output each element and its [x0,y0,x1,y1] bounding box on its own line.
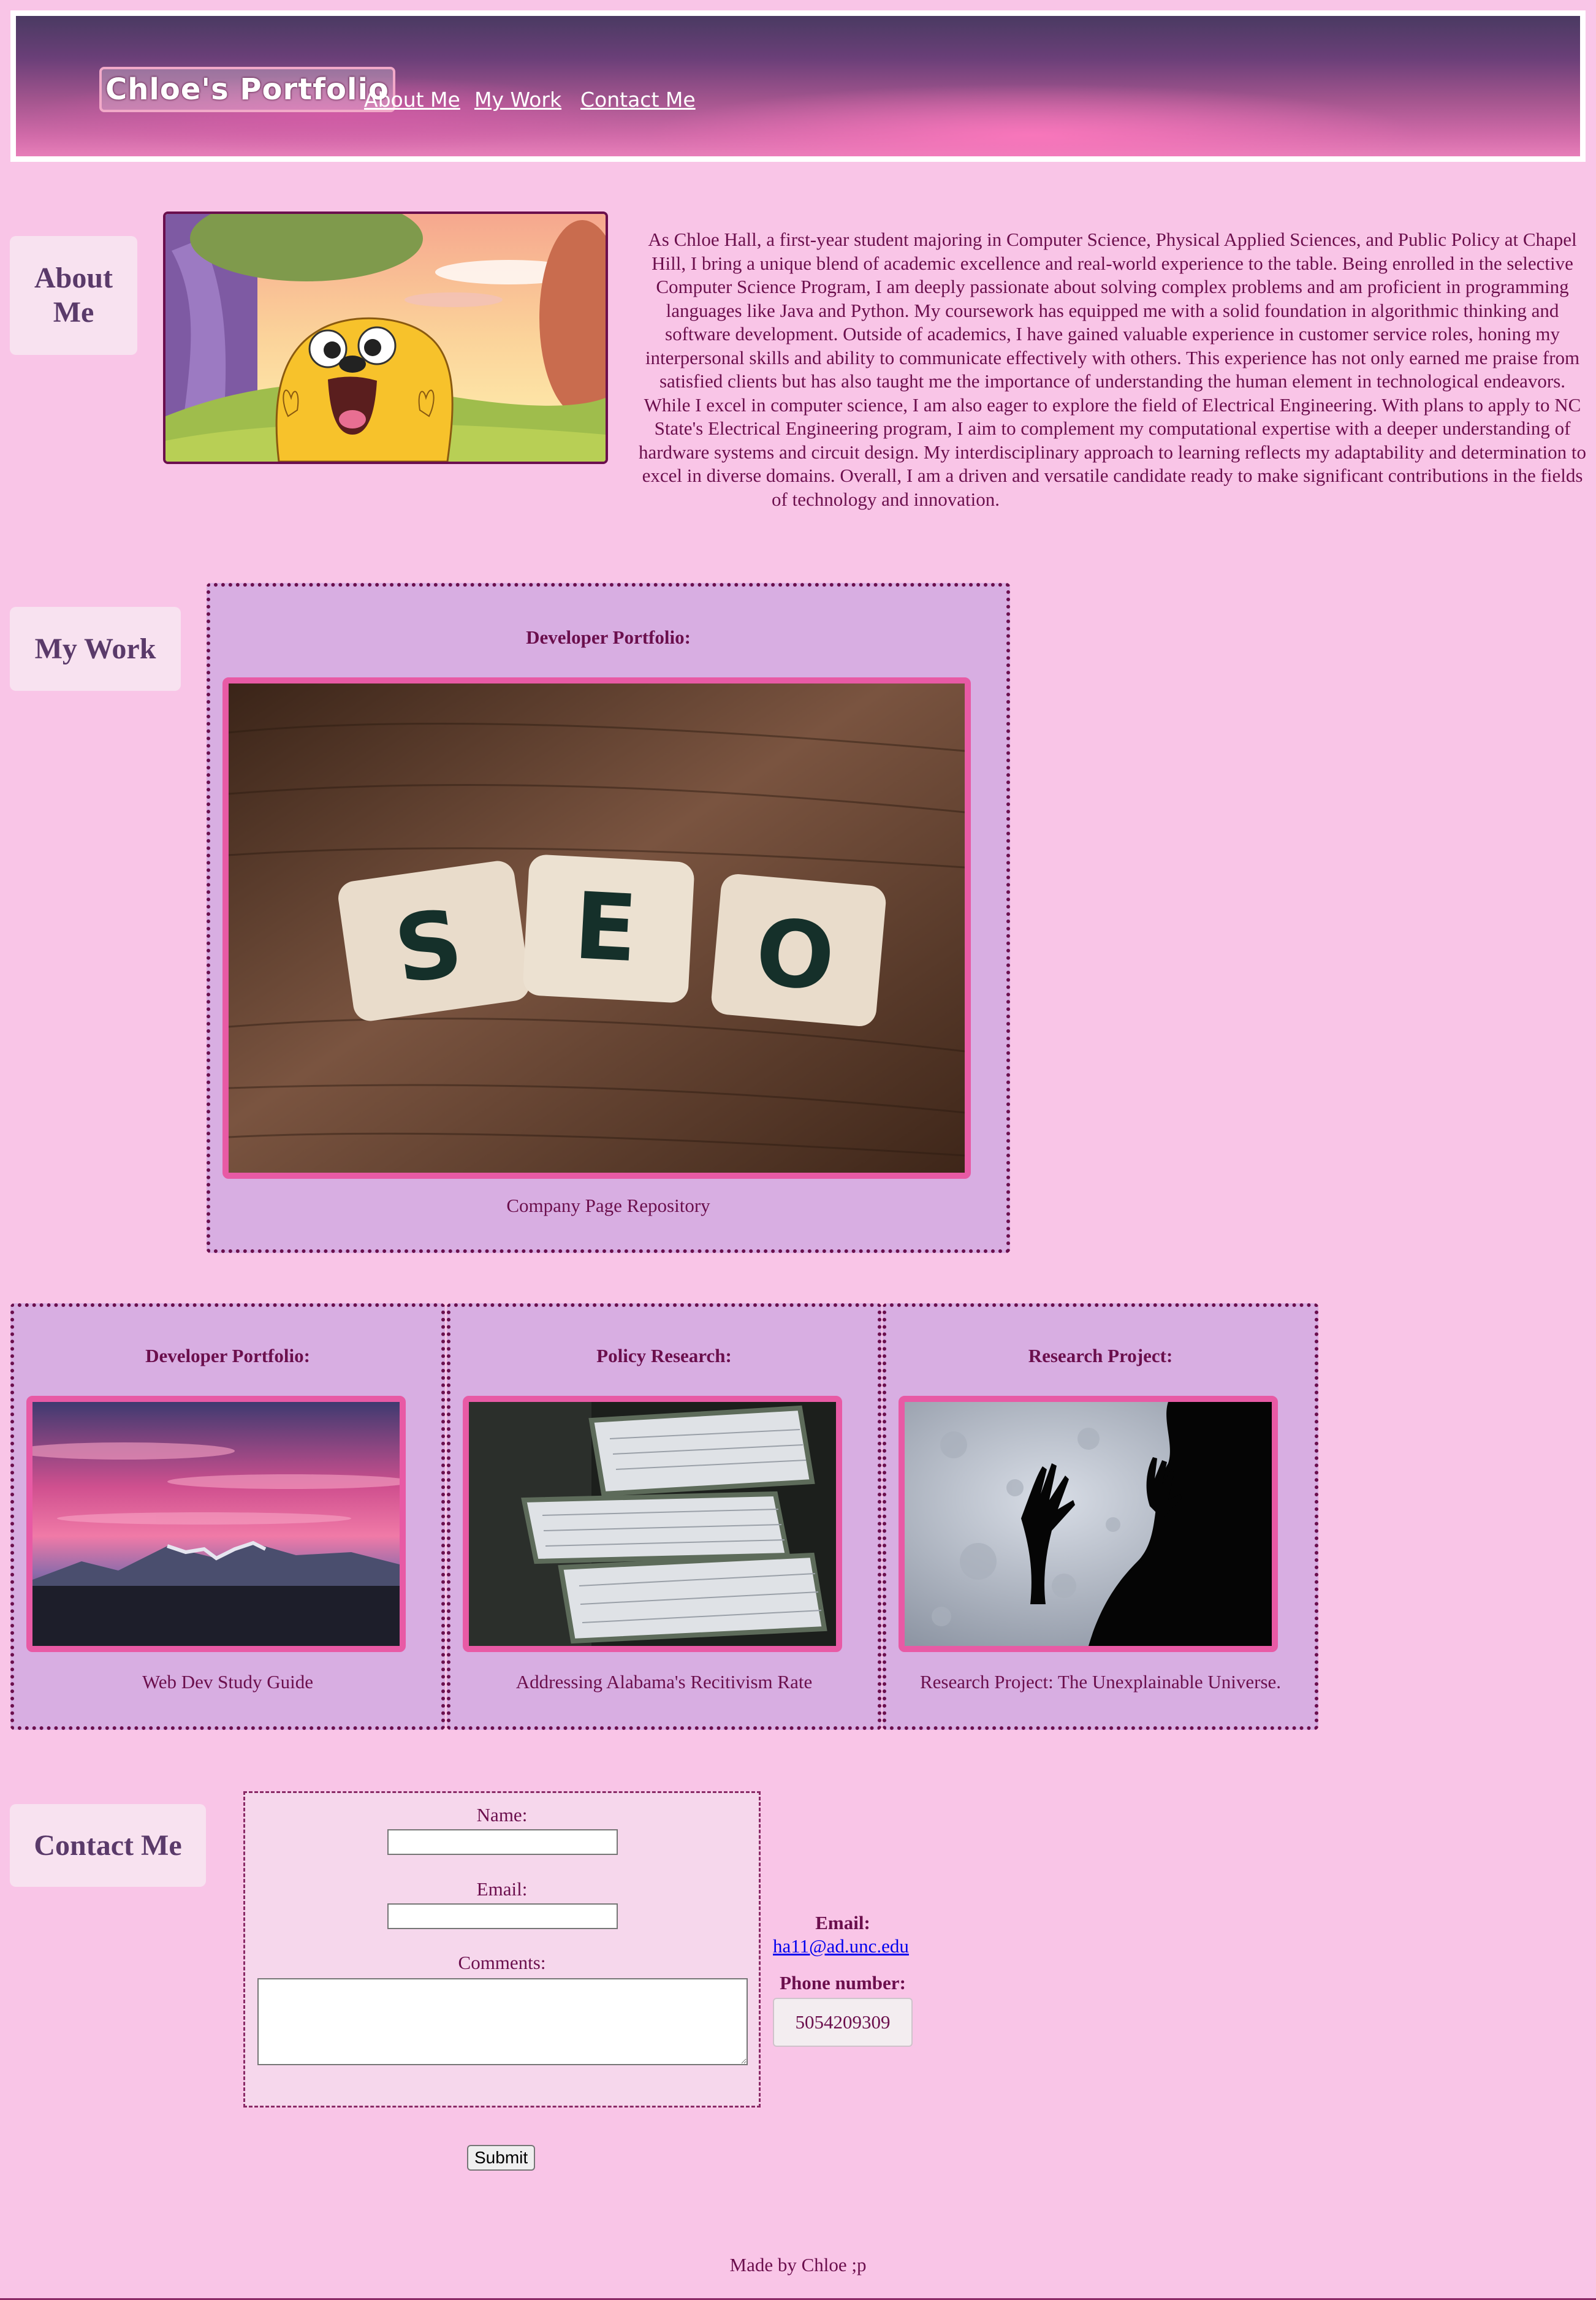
work-card-2-title: Policy Research: [596,1345,732,1366]
sunset-mountains-photo [32,1402,400,1646]
name-input[interactable] [387,1829,618,1855]
nav-about-me[interactable]: About Me [364,88,460,112]
tile-e-letter: E [571,873,639,983]
nav-my-work[interactable]: My Work [474,88,561,112]
featured-card-caption: Company Page Repository [506,1195,710,1216]
contact-form: Name: Email: Comments: [243,1791,761,2108]
work-card-1[interactable]: Developer Portfolio: Web Dev Study Guide [10,1303,445,1730]
phone-number-box: 5054209309 [773,1998,913,2047]
featured-card-title: Developer Portfolio: [526,626,691,648]
contact-email-label: Email: [815,1912,870,1933]
header-banner: Chloe's Portfolio About Me My Work Conta… [10,10,1586,162]
work-card-3-caption: Research Project: The Unexplainable Univ… [919,1671,1282,1693]
tile-o-letter: O [751,899,838,1011]
work-card-3-title: Research Project: [1028,1345,1173,1366]
work-card-3[interactable]: Research Project: Research Project: The … [883,1303,1318,1730]
seo-tiles-photo: S E O [229,684,965,1173]
work-card-3-image[interactable] [899,1396,1278,1652]
footer-text: Made by Chloe ;p [729,2254,867,2275]
featured-work-card[interactable]: Developer Portfolio: S E O Company Page … [207,583,1010,1253]
email-label: Email: [476,1878,528,1900]
submit-button[interactable]: Submit [467,2145,536,2171]
work-card-1-image[interactable] [26,1396,406,1652]
moon-silhouette-photo [905,1402,1272,1646]
site-brand[interactable]: Chloe's Portfolio [99,67,395,112]
email-input[interactable] [387,1903,618,1929]
work-card-2-caption: Addressing Alabama's Recitivism Rate [515,1671,813,1693]
contact-heading: Contact Me [10,1804,206,1887]
about-heading: About Me [10,236,137,355]
nav-contact-me[interactable]: Contact Me [580,88,696,112]
comments-textarea[interactable] [257,1978,748,2065]
contact-heading-text: Contact Me [34,1829,182,1862]
about-heading-text: About Me [34,262,113,329]
work-heading-text: My Work [34,632,156,665]
about-paragraph: As Chloe Hall, a first-year student majo… [184,228,1587,511]
contact-email-link[interactable]: ha11@ad.unc.edu [773,1935,909,1957]
featured-card-image[interactable]: S E O [222,677,971,1179]
phone-label: Phone number: [780,1972,906,1993]
binders-photo [469,1402,836,1646]
comments-label: Comments: [458,1952,546,1973]
work-card-2[interactable]: Policy Research: Addressing Alabama's Re… [447,1303,881,1730]
name-label: Name: [476,1804,528,1826]
about-text: As Chloe Hall, a first-year student majo… [638,229,1587,510]
work-card-1-caption: Web Dev Study Guide [142,1671,314,1693]
work-card-2-image[interactable] [463,1396,842,1652]
phone-number: 5054209309 [795,2011,891,2033]
work-heading: My Work [10,607,181,691]
work-card-1-title: Developer Portfolio: [145,1345,310,1366]
image-float-spacer [184,228,637,473]
